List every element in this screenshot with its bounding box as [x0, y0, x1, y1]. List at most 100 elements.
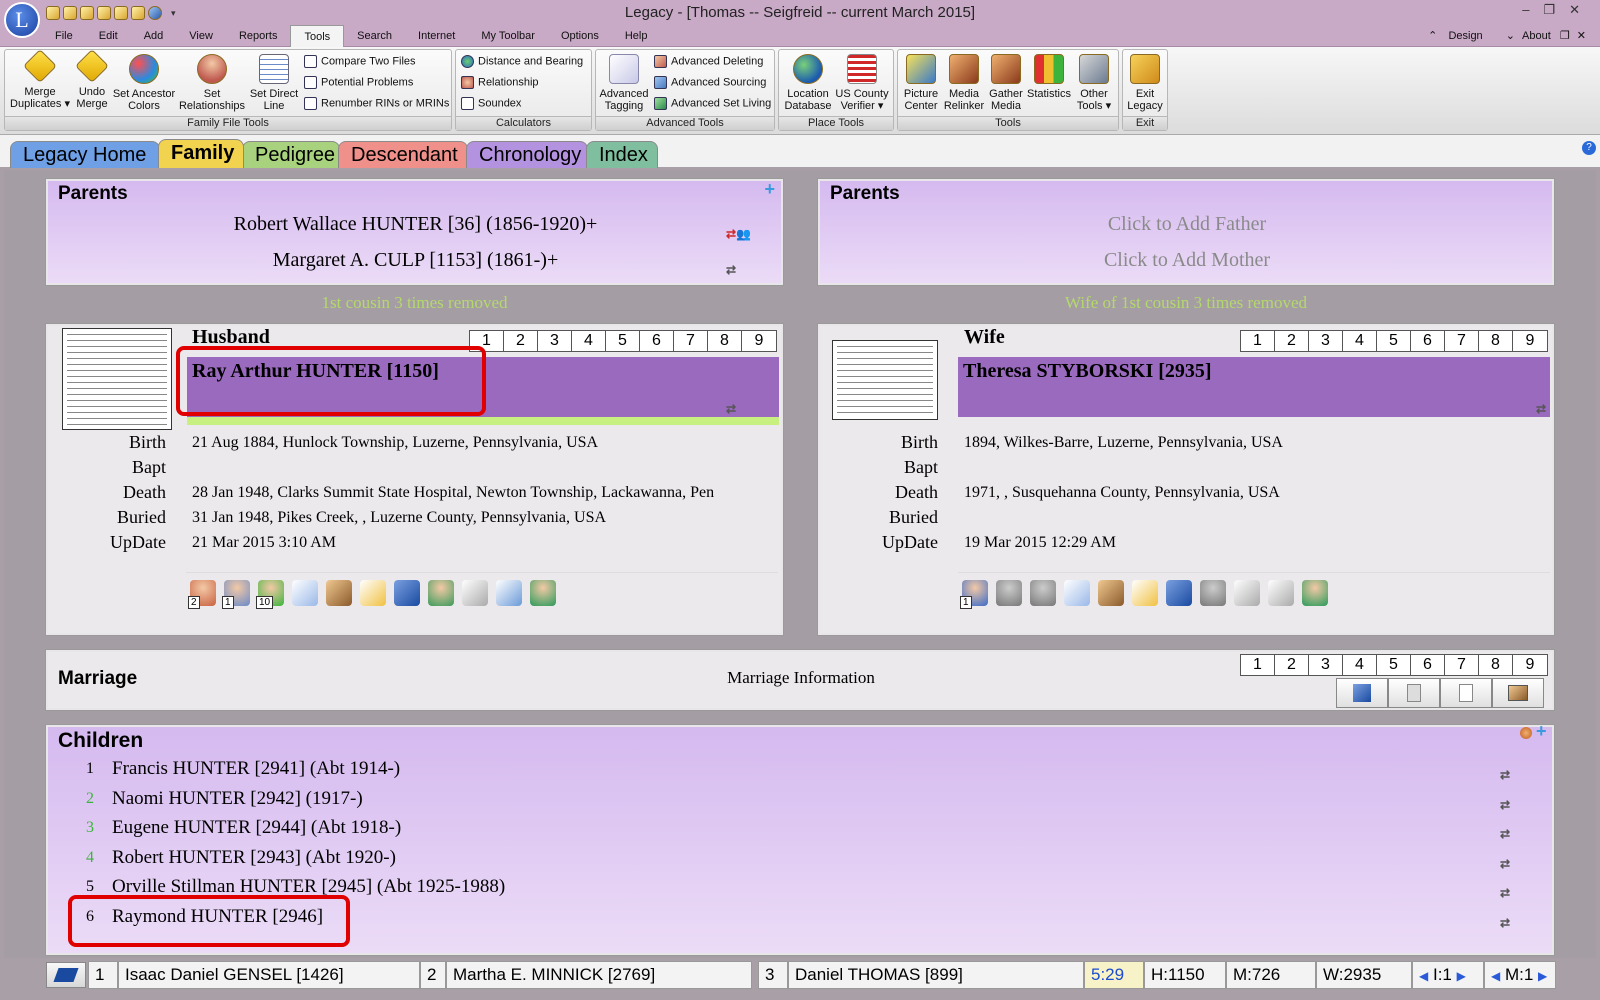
spouse-number-3[interactable]: 3 — [538, 331, 572, 351]
wife-name[interactable]: Theresa STYBORSKI [2935] — [963, 360, 1212, 383]
husband-photo[interactable] — [62, 328, 172, 430]
book-icon[interactable] — [1166, 579, 1192, 606]
book-icon[interactable] — [394, 579, 420, 606]
us-county-verifier-button[interactable]: US County Verifier ▾ — [834, 54, 890, 112]
status-i[interactable]: ◀ I:1 ▶ — [1412, 961, 1484, 989]
associate-icon[interactable] — [1200, 579, 1226, 606]
address-icon[interactable] — [1234, 579, 1260, 606]
spouse-number-1[interactable]: 1 — [1241, 655, 1275, 675]
person-add-icon[interactable] — [1302, 579, 1328, 606]
relationship-button[interactable]: Relationship — [461, 76, 539, 89]
reorder-children-icon[interactable] — [1520, 727, 1532, 739]
notes-icon[interactable] — [292, 579, 318, 606]
potential-problems-button[interactable]: Potential Problems — [304, 76, 413, 89]
status-husband-rin[interactable]: H:1150 — [1144, 961, 1226, 989]
soundex-button[interactable]: Soundex — [461, 97, 521, 110]
person-add-icon[interactable] — [530, 579, 556, 606]
set-relationships-button[interactable]: Set Relationships — [176, 54, 248, 112]
status-slot-2-name[interactable]: Martha E. MINNICK [2769] — [446, 961, 752, 989]
picture-center-button[interactable]: Picture Center — [900, 54, 942, 112]
spouse-number-8[interactable]: 8 — [1479, 655, 1513, 675]
other-tools-button[interactable]: Other Tools ▾ — [1072, 54, 1116, 112]
menu-item-search[interactable]: Search — [344, 25, 405, 47]
book-icon[interactable] — [1336, 678, 1388, 708]
exit-legacy-button[interactable]: Exit Legacy — [1124, 54, 1166, 112]
event-value-buried[interactable]: 31 Jan 1948, Pikes Creek, , Luzerne Coun… — [192, 509, 780, 527]
menu-item-reports[interactable]: Reports — [226, 25, 291, 47]
menu-item-add[interactable]: Add — [131, 25, 177, 47]
tab-legacy-home[interactable]: Legacy Home — [10, 141, 160, 168]
associate-icon[interactable] — [428, 579, 454, 606]
picture-icon[interactable] — [1492, 678, 1544, 708]
event-value-death[interactable]: 1971, , Susquehanna County, Pennsylvania… — [964, 484, 1552, 502]
add-mother-link[interactable]: Click to Add Mother — [818, 249, 1556, 272]
swap-icon[interactable]: ⇄ — [1500, 857, 1510, 871]
spouse-number-3[interactable]: 3 — [1309, 655, 1343, 675]
spouse-number-8[interactable]: 8 — [708, 331, 742, 351]
event-value-death[interactable]: 28 Jan 1948, Clarks Summit State Hospita… — [192, 484, 780, 502]
spouse-number-7[interactable]: 7 — [1445, 331, 1479, 351]
advanced-deleting-button[interactable]: Advanced Deleting — [654, 55, 763, 68]
restore-small-icon[interactable]: ❐ — [1560, 30, 1570, 42]
statistics-button[interactable]: Statistics — [1026, 54, 1072, 100]
spouse-number-2[interactable]: 2 — [1275, 331, 1309, 351]
edit-icon[interactable] — [360, 579, 386, 606]
spouse-number-4[interactable]: 4 — [572, 331, 606, 351]
document-icon[interactable] — [1440, 678, 1492, 708]
spouse-number-6[interactable]: 6 — [1411, 655, 1445, 675]
event-value-update[interactable]: 21 Mar 2015 3:10 AM — [192, 534, 780, 552]
menu-item-my-toolbar[interactable]: My Toolbar — [468, 25, 548, 47]
spouse-number-7[interactable]: 7 — [1445, 655, 1479, 675]
merge-duplicates-button[interactable]: Merge Duplicates ▾ — [8, 49, 72, 110]
status-slot-1-num[interactable]: 1 — [88, 961, 118, 989]
advanced-set-living-button[interactable]: Advanced Set Living — [654, 97, 771, 110]
location-database-button[interactable]: Location Database — [782, 54, 834, 112]
distance-bearing-button[interactable]: Distance and Bearing — [461, 55, 583, 68]
siblings-icon[interactable] — [996, 579, 1022, 606]
swap-icon[interactable]: ⇄ — [1500, 916, 1510, 930]
spouse-number-2[interactable]: 2 — [504, 331, 538, 351]
menu-item-edit[interactable]: Edit — [86, 25, 131, 47]
picture-icon[interactable] — [1098, 579, 1124, 606]
status-slot-3-num[interactable]: 3 — [758, 961, 788, 989]
spouse-number-7[interactable]: 7 — [674, 331, 708, 351]
menu-design[interactable]: Design — [1448, 30, 1482, 42]
swap-icon[interactable]: ⇄ — [1500, 886, 1510, 900]
spouse-number-5[interactable]: 5 — [1377, 655, 1411, 675]
address-icon[interactable] — [462, 579, 488, 606]
notes-icon[interactable] — [1388, 678, 1440, 708]
tab-descendant[interactable]: Descendant — [338, 141, 468, 168]
swap-parents-icon[interactable]: ⇄👥 — [726, 227, 751, 241]
status-slot-2-num[interactable]: 2 — [420, 961, 446, 989]
event-value-update[interactable]: 19 Mar 2015 12:29 AM — [964, 534, 1552, 552]
menu-item-help[interactable]: Help — [612, 25, 661, 47]
swap-icon[interactable]: ⇄ — [726, 263, 736, 277]
swap-icon[interactable]: ⇄ — [726, 402, 736, 416]
undo-merge-button[interactable]: Undo Merge — [72, 49, 112, 110]
spouse-number-6[interactable]: 6 — [640, 331, 674, 351]
spouse-number-3[interactable]: 3 — [1309, 331, 1343, 351]
swap-icon[interactable]: ⇄ — [1500, 798, 1510, 812]
advanced-sourcing-button[interactable]: Advanced Sourcing — [654, 76, 766, 89]
husband-father-name[interactable]: Robert Wallace HUNTER [36] (1856-1920)+ — [46, 213, 785, 236]
child-name[interactable]: Robert HUNTER [2943] (Abt 1920-) — [112, 847, 396, 869]
renumber-rins-button[interactable]: Renumber RINs or MRINs — [304, 97, 449, 110]
app-logo-icon[interactable]: L — [4, 2, 40, 38]
research-icon[interactable] — [496, 579, 522, 606]
bookmark-book-icon[interactable] — [46, 962, 86, 988]
tab-family[interactable]: Family — [158, 139, 244, 168]
gather-media-button[interactable]: Gather Media — [986, 54, 1026, 112]
set-ancestor-colors-button[interactable]: Set Ancestor Colors — [112, 54, 176, 112]
status-wife-rin[interactable]: W:2935 — [1316, 961, 1412, 989]
child-name[interactable]: Naomi HUNTER [2942] (1917-) — [112, 788, 363, 810]
add-father-link[interactable]: Click to Add Father — [818, 213, 1556, 236]
notes-icon[interactable] — [1064, 579, 1090, 606]
compare-two-files-button[interactable]: Compare Two Files — [304, 55, 416, 68]
menu-item-options[interactable]: Options — [548, 25, 612, 47]
spouse-number-8[interactable]: 8 — [1479, 331, 1513, 351]
edit-icon[interactable] — [1132, 579, 1158, 606]
tab-pedigree[interactable]: Pedigree — [242, 141, 340, 168]
help-circle-icon[interactable]: ? — [1582, 141, 1596, 155]
research-icon[interactable] — [1268, 579, 1294, 606]
event-value-birth[interactable]: 1894, Wilkes-Barre, Luzerne, Pennsylvani… — [964, 434, 1552, 452]
